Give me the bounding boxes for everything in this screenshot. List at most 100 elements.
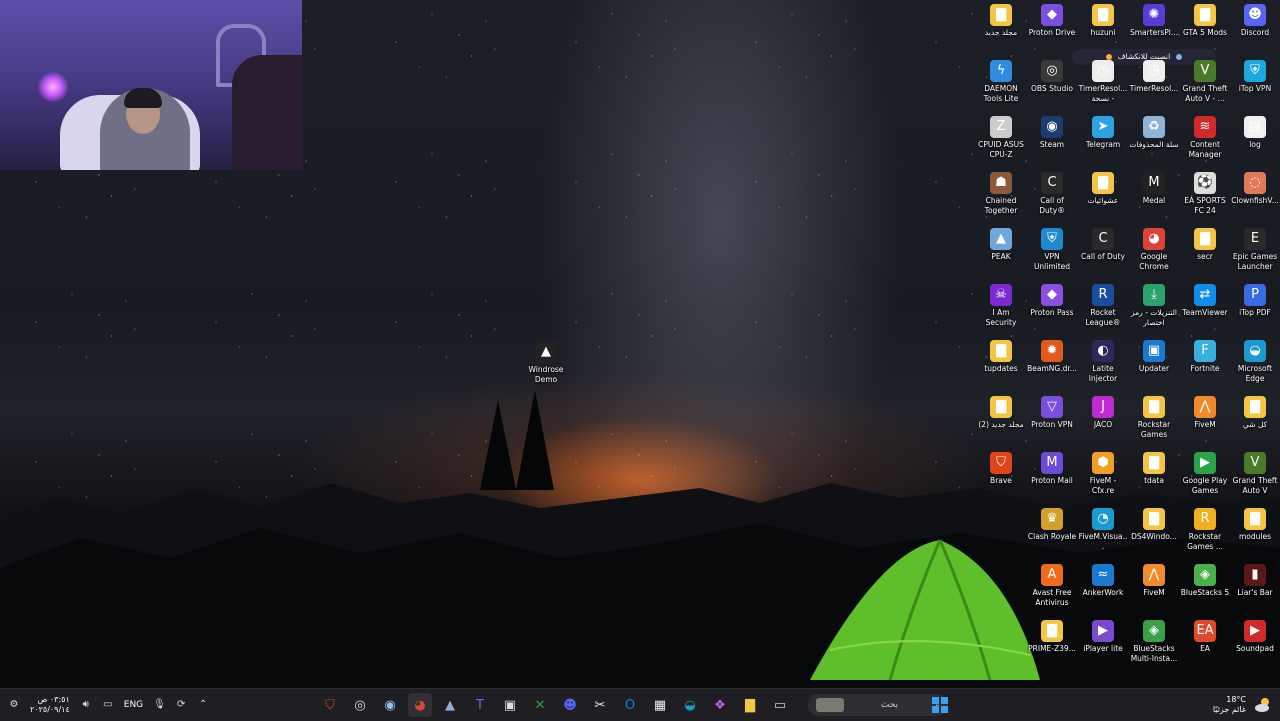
desktop-icon[interactable]: ▇ Rockstar Games <box>1129 396 1179 440</box>
chevron-up-icon[interactable]: ⌃ <box>197 699 209 711</box>
desktop-icon[interactable]: V Grand Theft Auto V <box>1230 452 1280 496</box>
taskbar-app-chrome[interactable]: ◕ <box>408 693 432 717</box>
desktop-icon[interactable]: ◎ OBS Studio <box>1027 60 1077 94</box>
taskbar-search[interactable]: بحث ⌕ <box>808 694 948 716</box>
taskbar-app-xbox[interactable]: ✕ <box>528 693 552 717</box>
taskbar-app-steam[interactable]: ◉ <box>378 693 402 717</box>
desktop-icon[interactable]: V Grand Theft Auto V - ... <box>1180 60 1230 104</box>
clock[interactable]: ٠٣:٥١ ص ٢٠٢٥/٠٩/١٤ <box>30 695 70 715</box>
desktop-icon[interactable]: PiTop PDF <box>1230 284 1280 318</box>
desktop-icon[interactable]: ◈ BlueStacks 5 <box>1180 564 1230 598</box>
desktop-icon[interactable]: ◆ Proton Drive <box>1027 4 1077 38</box>
start-button[interactable] <box>928 693 952 717</box>
app-icon: ☗ <box>990 172 1012 194</box>
desktop-icon[interactable]: C Call of Duty <box>1078 228 1128 262</box>
desktop-icon[interactable]: ⤓ التنزيلات - رمز اختصار <box>1129 284 1179 328</box>
app-icon: ▇ <box>1143 508 1165 530</box>
taskbar-app-brave[interactable]: ⛉ <box>318 693 342 717</box>
desktop-icon[interactable]: ☠ I Am Security <box>976 284 1026 328</box>
desktop-icon[interactable]: ◔ FiveM.Visua... <box>1078 508 1128 552</box>
desktop-icon[interactable]: ◈ BlueStacks Multi-Insta... <box>1129 620 1179 664</box>
taskbar-app-discord[interactable]: ☻ <box>558 693 582 717</box>
desktop-icon[interactable]: ⋀ FiveM <box>1180 396 1230 430</box>
desktop-icon[interactable]: R Rocket League® <box>1078 284 1128 328</box>
desktop-icon[interactable]: EA EA <box>1180 620 1230 654</box>
desktop-icon[interactable]: ▇ tupdates <box>976 340 1026 374</box>
desktop-icon[interactable]: M Medal <box>1129 172 1179 206</box>
network-icon[interactable]: ▭ <box>102 699 114 711</box>
desktop-icon[interactable]: ☗ Chained Together <box>976 172 1026 216</box>
desktop-icon[interactable]: R Rockstar Games ... <box>1180 508 1230 552</box>
taskbar-app-copilot[interactable]: ❖ <box>708 693 732 717</box>
desktop-icon[interactable]: ▇ عشوائيات <box>1078 172 1128 206</box>
desktop-icon[interactable]: ▇ DS4Windo... <box>1129 508 1179 542</box>
desktop-icon[interactable]: ☻ Discord <box>1230 4 1280 38</box>
taskbar-app-teams[interactable]: T <box>468 693 492 717</box>
desktop-icon[interactable]: ⚽ EA SPORTS FC 24 <box>1180 172 1230 216</box>
desktop-icon[interactable]: ➤ Telegram <box>1078 116 1128 150</box>
desktop-icon[interactable]: ⬢ FiveM - Cfx.re Devel... <box>1078 452 1128 496</box>
taskbar-app-capcut[interactable]: ✂ <box>588 693 612 717</box>
desktop-icon[interactable]: ≈ AnkerWork <box>1078 564 1128 598</box>
desktop-icon[interactable]: ⛨ VPN Unlimited <box>1027 228 1077 272</box>
volume-icon[interactable]: 🔊︎ <box>80 699 92 711</box>
desktop-icon[interactable]: ▇ مجلد جديد <box>976 4 1026 38</box>
desktop-icon[interactable]: ▣ Updater <box>1129 340 1179 374</box>
taskbar-app-app16[interactable]: ▭ <box>768 693 792 717</box>
desktop-icon[interactable]: ▶ Google Play Games <box>1180 452 1230 496</box>
desktop-icon[interactable]: ▮ Liar's Bar <box>1230 564 1280 598</box>
desktop-icon[interactable]: ▇ PRIME-Z39... <box>1027 620 1077 654</box>
desktop-icon[interactable]: J JACO <box>1078 396 1128 430</box>
desktop-icon[interactable]: ϟ DAEMON Tools Lite <box>976 60 1026 104</box>
desktop-icon-label: Proton VPN <box>1031 420 1073 429</box>
desktop-icon[interactable]: ▇ كل شي <box>1230 396 1280 430</box>
desktop-icon[interactable]: ▶ Soundpad <box>1230 620 1280 654</box>
taskbar-app-obs[interactable]: ◎ <box>348 693 372 717</box>
desktop-icon-windrose-demo[interactable]: ▲ Windrose Demo <box>523 341 569 385</box>
desktop-icon[interactable]: ◌ ClownfishV... <box>1230 172 1280 206</box>
desktop-icon[interactable]: ◐ Latite Injector <box>1078 340 1128 384</box>
desktop-icon[interactable]: ◆ Proton Pass <box>1027 284 1077 318</box>
taskbar-app-outlook[interactable]: O <box>618 693 642 717</box>
desktop-icon[interactable]: ▇ tdata <box>1129 452 1179 486</box>
desktop-icon[interactable]: ♻ سلة المحذوفات <box>1129 116 1179 150</box>
desktop-icon[interactable]: ▲ PEAK <box>976 228 1026 262</box>
desktop-icon[interactable]: ◕ Google Chrome <box>1129 228 1179 272</box>
desktop-icon[interactable]: ◉ Steam <box>1027 116 1077 150</box>
desktop-icon[interactable]: ≋ Content Manager <box>1180 116 1230 160</box>
desktop-icon[interactable]: A Avast Free Antivirus <box>1027 564 1077 608</box>
desktop-icon[interactable]: ▇ GTA 5 Mods <box>1180 4 1230 38</box>
taskbar-app-app7[interactable]: ▣ <box>498 693 522 717</box>
microphone-icon[interactable]: 🎙︎ <box>153 699 166 711</box>
desktop-icon[interactable]: F Fortnite <box>1180 340 1230 374</box>
weather-widget[interactable]: 18°C غائم جزئيًا <box>1213 695 1246 715</box>
desktop-icon[interactable]: ◷ TimerResol... <box>1129 60 1179 94</box>
taskbar-app-app5[interactable]: ▲ <box>438 693 462 717</box>
settings-gear-icon[interactable]: ⚙ <box>8 699 20 711</box>
desktop-icon[interactable]: C Call of Duty® <box>1027 172 1077 216</box>
desktop-icon[interactable]: ⛨ iTop VPN <box>1230 60 1280 94</box>
desktop-icon[interactable]: ▤ log <box>1230 116 1280 150</box>
taskbar-app-edge[interactable]: ◒ <box>678 693 702 717</box>
language-indicator[interactable]: ENG <box>124 700 143 710</box>
desktop-icon[interactable]: ✹ BeamNG.dr... <box>1027 340 1077 374</box>
desktop-icon[interactable]: ✺ SmartersPl... <box>1129 4 1179 38</box>
desktop-icon[interactable]: ▶ iPlayer lite <box>1078 620 1128 654</box>
desktop-icon[interactable]: ⛉ Brave <box>976 452 1026 486</box>
sync-icon[interactable]: ⟳ <box>175 699 187 711</box>
taskbar-app-store[interactable]: ▦ <box>648 693 672 717</box>
taskbar-app-explorer[interactable]: ▇ <box>738 693 762 717</box>
desktop-icon[interactable]: ◷ TimerResol... نسخة - <box>1078 60 1128 104</box>
desktop-icon[interactable]: ▽ Proton VPN <box>1027 396 1077 430</box>
desktop-icon[interactable]: E Epic Games Launcher <box>1230 228 1280 272</box>
desktop-icon[interactable]: M Proton Mail <box>1027 452 1077 486</box>
desktop-icon[interactable]: ▇ modules <box>1230 508 1280 542</box>
desktop-icon[interactable]: ▇ huzuni <box>1078 4 1128 38</box>
desktop-icon[interactable]: ⇄ TeamViewer <box>1180 284 1230 318</box>
desktop-icon[interactable]: ◒ Microsoft Edge <box>1230 340 1280 384</box>
desktop-icon[interactable]: ▇ secr <box>1180 228 1230 262</box>
desktop-icon[interactable]: ▇ مجلد جديد (2) <box>976 396 1026 430</box>
desktop-icon[interactable]: ⋀ FiveM <box>1129 564 1179 598</box>
desktop-icon[interactable]: ♛ Clash Royale <box>1027 508 1077 542</box>
desktop-icon[interactable]: Z CPUID ASUS CPU-Z <box>976 116 1026 160</box>
